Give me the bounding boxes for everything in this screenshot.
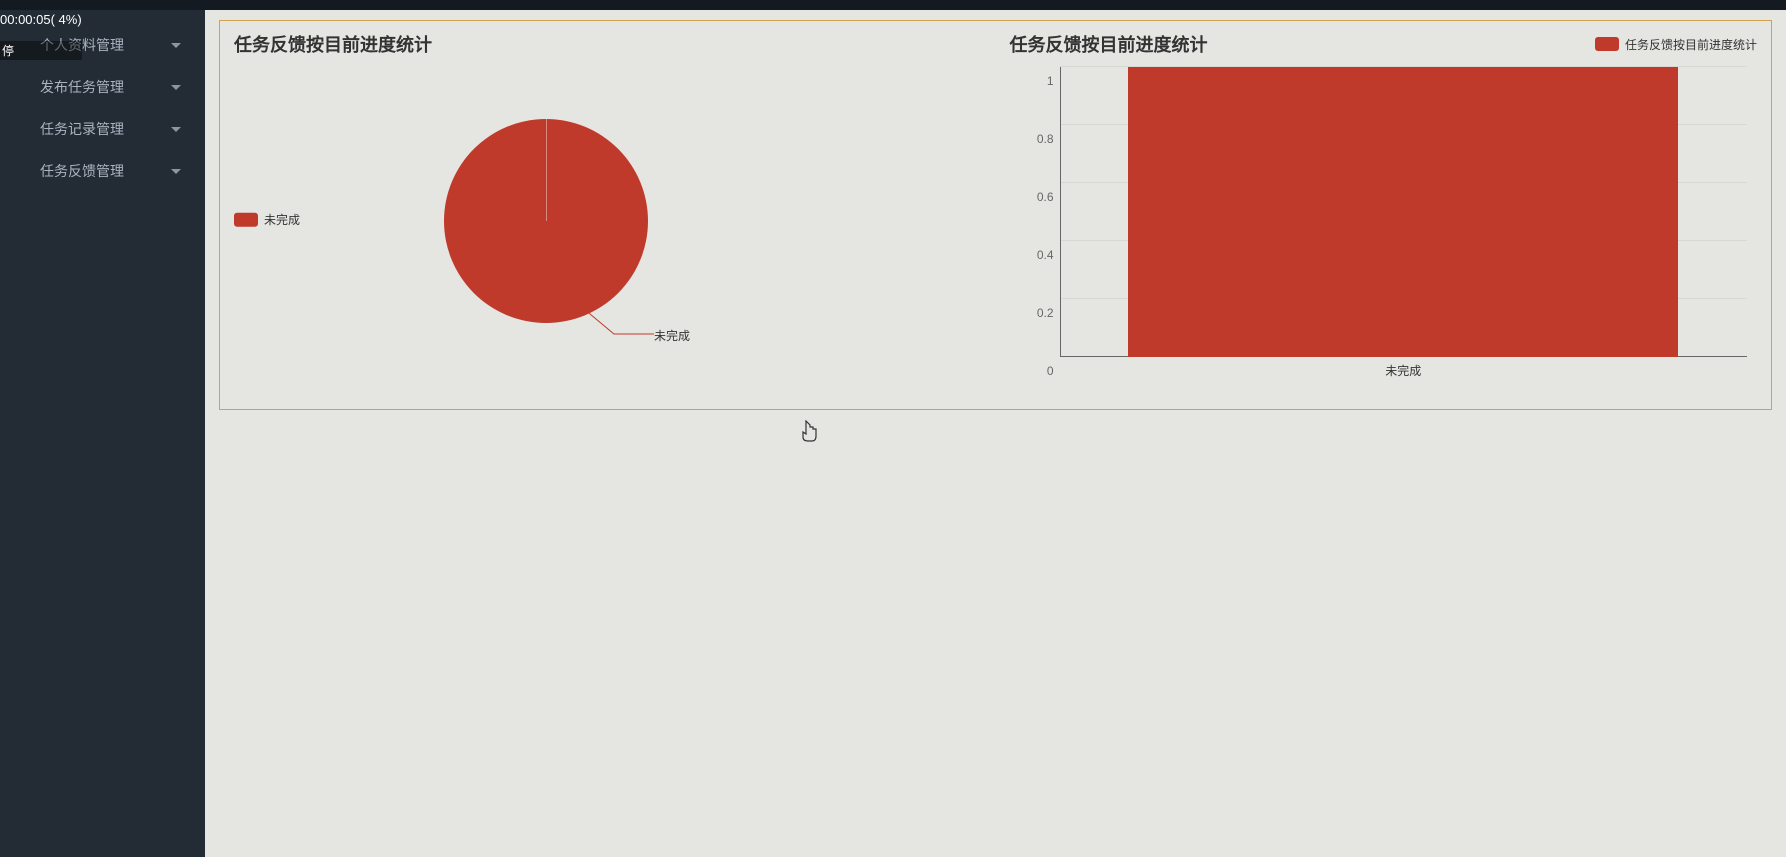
ytick: 0.4 (1024, 248, 1054, 262)
chevron-down-icon (171, 43, 181, 48)
content-area: 任务反馈按目前进度统计 未完成 未完成 (205, 10, 1786, 857)
video-timestamp-overlay: 00:00:05( 4%) 停 (0, 12, 82, 60)
ytick: 1 (1024, 74, 1054, 88)
bar-legend[interactable]: 任务反馈按目前进度统计 (1595, 36, 1757, 53)
ytick: 0.8 (1024, 132, 1054, 146)
chevron-down-icon (171, 169, 181, 174)
bar-grid: 1 0.8 0.6 0.4 0.2 0 未完成 (1060, 67, 1748, 357)
sidebar-item-task-feedback[interactable]: 任务反馈管理 (0, 150, 205, 192)
bar-segment[interactable]: 未完成 (1128, 67, 1678, 357)
pie-legend-label: 未完成 (264, 211, 300, 228)
pie-slice-label: 未完成 (654, 327, 690, 344)
bar-legend-label: 任务反馈按目前进度统计 (1625, 36, 1757, 53)
sidebar-item-label: 任务反馈管理 (40, 161, 124, 181)
ytick: 0.6 (1024, 190, 1054, 204)
sidebar-item-publish-task[interactable]: 发布任务管理 (0, 66, 205, 108)
pie-chart-title: 任务反馈按目前进度统计 (234, 31, 982, 57)
bar-category-label: 未完成 (1385, 362, 1421, 379)
pie-divider-line (546, 119, 547, 221)
pie-chart: 任务反馈按目前进度统计 未完成 未完成 (220, 21, 996, 409)
pie-legend[interactable]: 未完成 (234, 211, 300, 228)
sidebar: 个人资料管理 发布任务管理 任务记录管理 任务反馈管理 (0, 10, 205, 857)
bar-chart-title: 任务反馈按目前进度统计 (1010, 31, 1208, 57)
legend-swatch-icon (1595, 37, 1619, 51)
sidebar-item-label: 任务记录管理 (40, 119, 124, 139)
ytick: 0.2 (1024, 306, 1054, 320)
pie-leader-line (584, 309, 654, 339)
top-dark-bar (0, 0, 1786, 10)
bar-chart: 任务反馈按目前进度统计 任务反馈按目前进度统计 1 0.8 0.6 0.4 0.… (996, 21, 1772, 409)
sidebar-item-task-record[interactable]: 任务记录管理 (0, 108, 205, 150)
sidebar-item-label: 发布任务管理 (40, 77, 124, 97)
pie-slice[interactable] (444, 119, 648, 323)
video-time-text: 00:00:05( 4%) (0, 12, 82, 27)
chart-panel: 任务反馈按目前进度统计 未完成 未完成 (219, 20, 1772, 410)
ytick: 0 (1024, 364, 1054, 378)
video-pause-label: 停 (0, 41, 82, 60)
chevron-down-icon (171, 127, 181, 132)
chevron-down-icon (171, 85, 181, 90)
legend-swatch-icon (234, 212, 258, 226)
